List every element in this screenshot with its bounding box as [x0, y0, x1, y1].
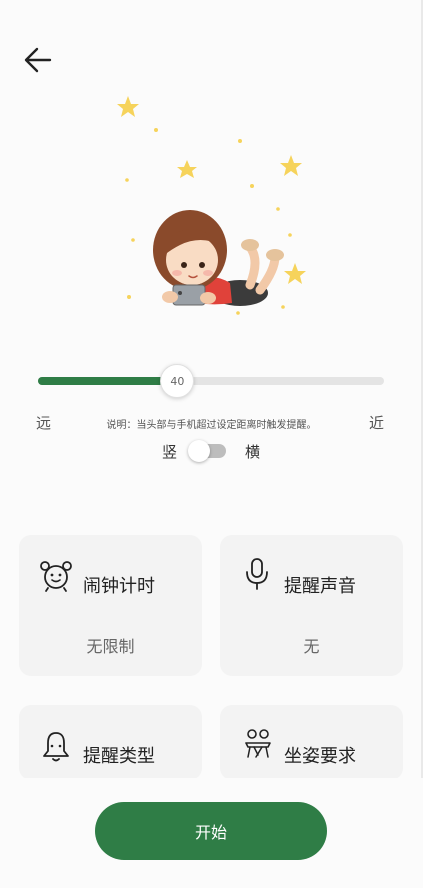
card-posture-title: 坐姿要求: [284, 746, 356, 767]
distance-slider[interactable]: 40: [38, 364, 384, 398]
alarm-clock-icon: [39, 559, 73, 593]
portrait-label: 竖: [162, 443, 178, 461]
card-alarm-timer[interactable]: 闹钟计时 无限制: [19, 535, 202, 676]
toggle-knob: [188, 440, 210, 462]
card-alarm-value: 无限制: [86, 637, 135, 656]
bell-icon: [39, 729, 73, 763]
slider-thumb[interactable]: 40: [160, 364, 195, 398]
card-sound-title: 提醒声音: [284, 576, 356, 597]
slider-value: 40: [170, 374, 185, 388]
start-button-label: 开始: [194, 823, 227, 842]
card-posture-requirement[interactable]: 坐姿要求: [220, 705, 403, 780]
desk-posture-icon: [240, 727, 274, 761]
distance-hint: 说明：当头部与手机超过设定距离时触发提醒。: [106, 420, 317, 431]
start-button[interactable]: 开始: [95, 802, 327, 860]
girl-with-phone-illustration: [100, 85, 350, 335]
microphone-icon: [240, 557, 274, 591]
orientation-toggle[interactable]: [188, 440, 226, 462]
card-reminder-sound[interactable]: 提醒声音 无: [220, 535, 403, 676]
back-button[interactable]: [18, 40, 58, 80]
landscape-label: 横: [245, 443, 261, 461]
arrow-left-icon: [24, 47, 52, 73]
card-sound-value: 无: [303, 637, 320, 656]
card-reminder-type[interactable]: 提醒类型: [19, 705, 202, 780]
card-type-title: 提醒类型: [83, 746, 155, 767]
card-alarm-title: 闹钟计时: [83, 576, 155, 597]
label-near: 近: [369, 414, 385, 432]
